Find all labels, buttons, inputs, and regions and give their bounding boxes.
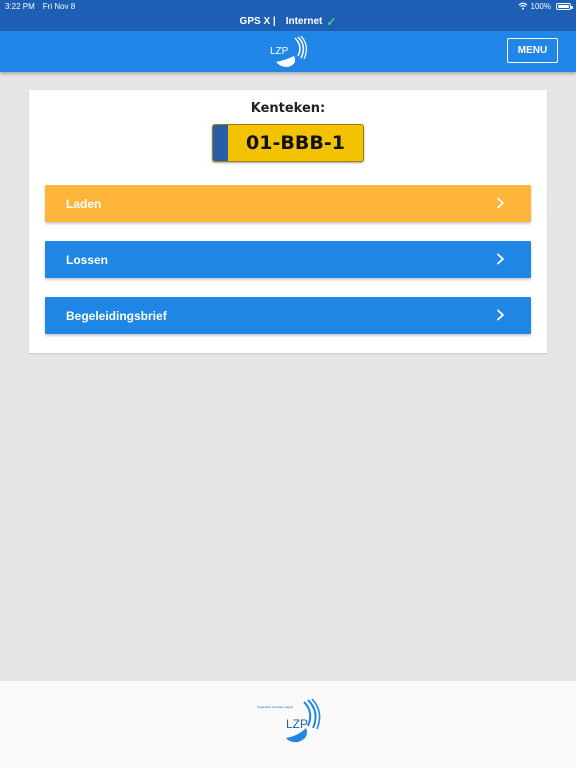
footer-tagline: hygienisch zorvuller pagoin bbox=[257, 705, 294, 709]
begeleidingsbrief-button[interactable]: Begeleidingsbrief bbox=[45, 297, 531, 334]
status-time: 3:22 PM bbox=[5, 1, 35, 11]
laden-label: Laden bbox=[66, 196, 102, 211]
internet-status: Internet bbox=[285, 16, 323, 27]
vehicle-card: Kenteken: 01-BBB-1 Laden Lossen Begeleid… bbox=[29, 90, 547, 353]
begeleidingsbrief-label: Begeleidingsbrief bbox=[66, 308, 167, 323]
plate-number: 01-BBB-1 bbox=[246, 132, 345, 154]
app-header: LZP MENU bbox=[0, 31, 576, 72]
lzp-logo: LZP bbox=[270, 36, 307, 67]
footer: LZP hygienisch zorvuller pagoin bbox=[0, 681, 576, 768]
check-icon: ✓ bbox=[326, 14, 337, 29]
plate-eu-band bbox=[213, 125, 228, 161]
footer-logo-text: LZP bbox=[286, 717, 308, 731]
chevron-right-icon bbox=[497, 309, 504, 321]
menu-button[interactable]: MENU bbox=[507, 38, 558, 63]
lossen-label: Lossen bbox=[66, 252, 109, 267]
license-plate: 01-BBB-1 bbox=[212, 124, 364, 162]
plate-label: Kenteken: bbox=[250, 101, 326, 116]
battery-icon bbox=[556, 2, 573, 10]
wifi-icon bbox=[518, 2, 527, 10]
gps-status: GPS X | bbox=[239, 16, 276, 27]
logo-text: LZP bbox=[270, 46, 289, 57]
status-date: Fri Nov 8 bbox=[42, 1, 76, 11]
status-bar: 3:22 PM Fri Nov 8 100% bbox=[0, 0, 576, 12]
chevron-right-icon bbox=[497, 253, 504, 265]
lossen-button[interactable]: Lossen bbox=[45, 241, 531, 278]
chevron-right-icon bbox=[497, 197, 504, 209]
laden-button[interactable]: Laden bbox=[45, 185, 531, 222]
connection-bar: GPS X | Internet ✓ bbox=[0, 12, 576, 31]
battery-percent: 100% bbox=[530, 1, 551, 11]
